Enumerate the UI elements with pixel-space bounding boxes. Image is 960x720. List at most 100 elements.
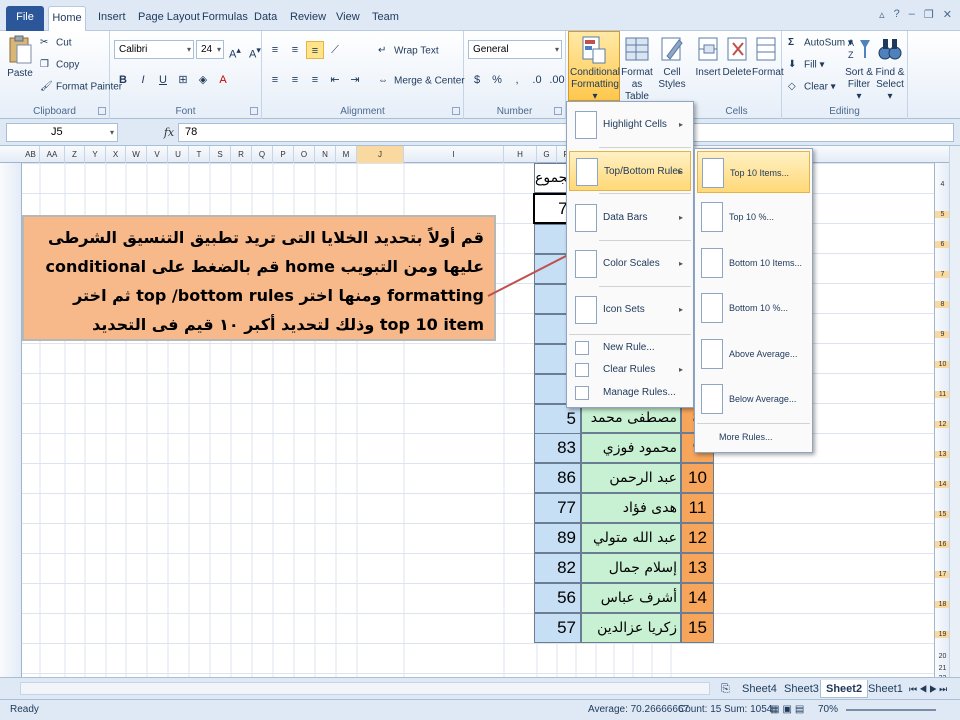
menu-item-top-10-items[interactable]: Top 10 Items... — [697, 151, 810, 193]
number-cell[interactable]: 11 — [681, 493, 714, 523]
menu-item-new-rule[interactable]: New Rule... — [569, 337, 691, 359]
orientation-icon[interactable]: ⟋ — [326, 41, 344, 59]
menu-item-bottom-10-percent[interactable]: Bottom 10 %... — [697, 287, 810, 329]
row-header[interactable]: 5 — [935, 211, 950, 218]
column-header[interactable]: G — [537, 146, 557, 163]
column-header[interactable]: O — [294, 146, 315, 163]
row-header[interactable]: 7 — [935, 271, 950, 278]
vertical-scrollbar[interactable] — [949, 146, 960, 677]
zoom-level[interactable]: 70% — [818, 700, 838, 720]
column-header[interactable]: H — [504, 146, 537, 163]
minimize-ribbon-icon[interactable]: ▵ — [879, 8, 885, 21]
column-header[interactable]: Q — [252, 146, 273, 163]
increase-decimal-icon[interactable]: .0 — [528, 71, 546, 89]
fill-button[interactable]: ⬇ Fill ▾ — [788, 58, 825, 72]
tab-insert[interactable]: Insert — [92, 9, 132, 31]
name-cell[interactable]: عبد الرحمن محمد — [581, 463, 681, 514]
conditional-formatting-button[interactable]: Conditional Formatting ▾ — [568, 31, 620, 102]
row-header[interactable]: 9 — [935, 331, 950, 338]
decrease-indent-icon[interactable]: ⇤ — [326, 71, 344, 89]
column-header[interactable]: AB — [22, 146, 40, 163]
column-header[interactable]: S — [210, 146, 231, 163]
row-header[interactable]: 8 — [935, 301, 950, 308]
number-cell[interactable]: 14 — [681, 583, 714, 613]
font-name-combo[interactable]: Calibri ▾ — [114, 40, 194, 59]
insert-function-button[interactable]: fx — [160, 123, 178, 142]
row-header[interactable]: 15 — [935, 511, 950, 518]
row-header[interactable]: 19 — [935, 631, 950, 638]
increase-indent-icon[interactable]: ⇥ — [346, 71, 364, 89]
sheet-tab[interactable]: Sheet1 — [863, 680, 908, 698]
menu-item-clear-rules[interactable]: Clear Rules ▸ — [569, 359, 691, 381]
name-cell[interactable]: إسلام جمال — [581, 553, 681, 583]
restore-icon[interactable]: ❐ — [924, 8, 934, 21]
menu-item-color-scales[interactable]: Color Scales ▸ — [569, 244, 691, 284]
alignment-launcher[interactable] — [452, 107, 460, 115]
bold-button[interactable]: B — [114, 71, 132, 89]
name-cell[interactable]: هدى فؤاد — [581, 493, 681, 523]
find-select-button[interactable]: Find & Select ▾ — [874, 34, 906, 103]
menu-item-above-average[interactable]: Above Average... — [697, 333, 810, 375]
view-buttons-icon[interactable]: ▦▣▤ — [770, 700, 807, 720]
tab-view[interactable]: View — [330, 9, 366, 31]
column-header[interactable]: V — [147, 146, 168, 163]
comma-icon[interactable]: , — [508, 71, 526, 89]
insert-sheet-icon[interactable]: ⎘ — [716, 680, 735, 698]
borders-icon[interactable]: ⊞ — [174, 71, 192, 89]
format-as-table-button[interactable]: Format as Table — [620, 34, 654, 103]
column-header[interactable]: U — [168, 146, 189, 163]
menu-item-top-10-percent[interactable]: Top 10 %... — [697, 196, 810, 238]
column-header[interactable]: J — [357, 146, 404, 163]
row-header[interactable]: 12 — [935, 421, 950, 428]
column-header[interactable]: N — [315, 146, 336, 163]
percent-icon[interactable]: % — [488, 71, 506, 89]
score-cell[interactable]: 82 — [534, 553, 581, 583]
align-top-icon[interactable]: ≡ — [266, 41, 284, 59]
sheet-tab[interactable]: Sheet3 — [779, 680, 824, 698]
row-header[interactable]: 20 — [935, 653, 950, 660]
sheet-nav-arrows-icon[interactable]: ⏮◀▶⏭ — [904, 680, 954, 698]
name-box[interactable]: J5 ▾ — [6, 123, 118, 142]
column-header[interactable]: Z — [65, 146, 85, 163]
number-format-combo[interactable]: General ▾ — [468, 40, 562, 59]
column-header[interactable]: Y — [85, 146, 106, 163]
tab-formulas[interactable]: Formulas — [196, 9, 254, 31]
number-cell[interactable]: 10 — [681, 463, 714, 493]
row-header[interactable]: 16 — [935, 541, 950, 548]
column-header[interactable]: W — [126, 146, 147, 163]
menu-item-bottom-10-items[interactable]: Bottom 10 Items... — [697, 242, 810, 284]
tab-home[interactable]: Home — [48, 6, 86, 32]
column-header[interactable]: M — [336, 146, 357, 163]
row-header[interactable]: 18 — [935, 601, 950, 608]
zoom-slider[interactable] — [846, 709, 936, 711]
column-header[interactable]: X — [106, 146, 126, 163]
row-header[interactable]: 4 — [935, 181, 950, 188]
format-cells-button[interactable]: Format — [752, 34, 784, 79]
copy-button[interactable]: ❐ Copy — [40, 58, 79, 72]
row-header[interactable]: 6 — [935, 241, 950, 248]
tab-file[interactable]: File — [6, 6, 44, 31]
insert-cells-button[interactable]: Insert — [694, 34, 722, 79]
column-header[interactable]: AA — [40, 146, 65, 163]
horizontal-scrollbar[interactable] — [20, 682, 710, 695]
score-cell[interactable]: 86 — [534, 463, 581, 493]
score-cell[interactable]: 5 — [534, 404, 581, 434]
align-right-icon[interactable]: ≡ — [306, 71, 324, 89]
row-header[interactable]: 14 — [935, 481, 950, 488]
name-cell[interactable]: زكريا عزالدين — [581, 613, 681, 643]
menu-item-icon-sets[interactable]: Icon Sets ▸ — [569, 290, 691, 330]
font-size-combo[interactable]: 24 ▾ — [196, 40, 224, 59]
menu-item-below-average[interactable]: Below Average... — [697, 378, 810, 420]
grow-font-icon[interactable]: A▴ — [226, 41, 244, 61]
score-cell[interactable]: 57 — [534, 613, 581, 643]
align-left-icon[interactable]: ≡ — [266, 71, 284, 89]
name-cell[interactable]: محمود فوزي — [581, 433, 681, 463]
tab-page-layout[interactable]: Page Layout — [132, 9, 206, 31]
underline-button[interactable]: U — [154, 71, 172, 89]
column-header[interactable]: R — [231, 146, 252, 163]
currency-icon[interactable]: $ — [468, 71, 486, 89]
name-cell[interactable]: عبد الله متولي — [581, 523, 681, 553]
tab-review[interactable]: Review — [284, 9, 332, 31]
clear-button[interactable]: ◇ Clear ▾ — [788, 80, 836, 94]
tab-team[interactable]: Team — [366, 9, 405, 31]
